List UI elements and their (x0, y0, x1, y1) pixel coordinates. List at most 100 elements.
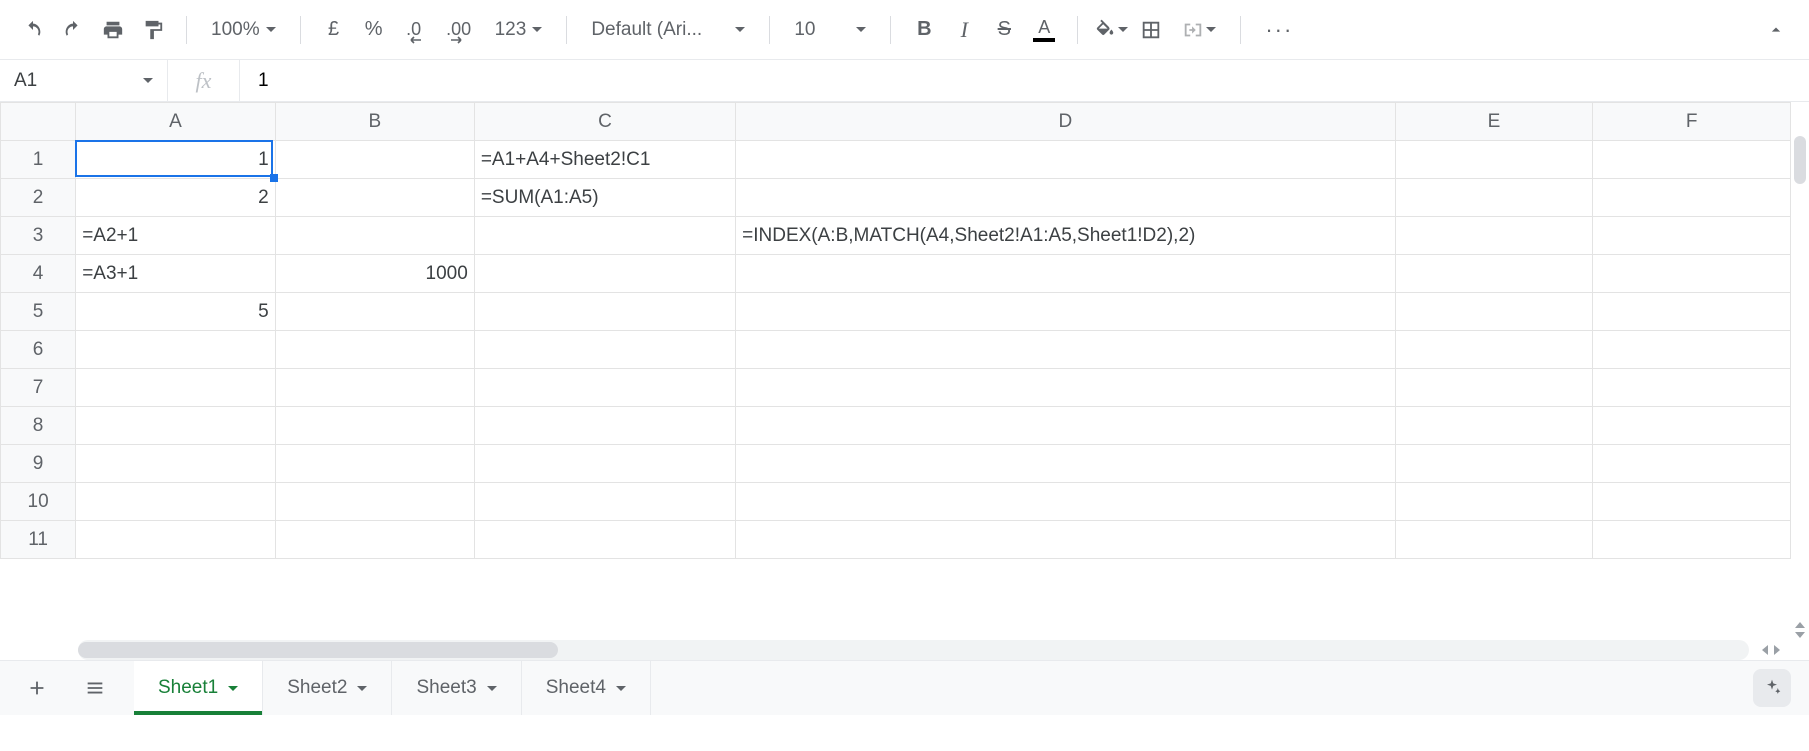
scroll-down-icon[interactable] (1795, 632, 1805, 638)
cell-D8[interactable] (736, 407, 1395, 445)
cell-E8[interactable] (1395, 407, 1593, 445)
cell-C2[interactable]: =SUM(A1:A5) (474, 179, 735, 217)
borders-button[interactable] (1134, 13, 1168, 47)
chevron-down-icon[interactable] (487, 686, 497, 691)
cell-C1[interactable]: =A1+A4+Sheet2!C1 (474, 141, 735, 179)
text-color-button[interactable]: A (1027, 13, 1061, 47)
cell-B3[interactable] (275, 217, 474, 255)
select-all-corner[interactable] (1, 103, 76, 141)
column-header-A[interactable]: A (76, 103, 276, 141)
cell-C3[interactable] (474, 217, 735, 255)
horizontal-scrollbar[interactable] (78, 640, 1749, 660)
print-button[interactable] (96, 13, 130, 47)
redo-button[interactable] (56, 13, 90, 47)
cell-F11[interactable] (1593, 521, 1791, 559)
cell-C9[interactable] (474, 445, 735, 483)
scroll-up-icon[interactable] (1795, 622, 1805, 628)
cell-B1[interactable] (275, 141, 474, 179)
cell-D4[interactable] (736, 255, 1395, 293)
sheet-tab-sheet2[interactable]: Sheet2 (263, 661, 392, 715)
explore-button[interactable] (1753, 669, 1791, 707)
column-header-F[interactable]: F (1593, 103, 1791, 141)
cell-B9[interactable] (275, 445, 474, 483)
cell-B7[interactable] (275, 369, 474, 407)
cell-A3[interactable]: =A2+1 (76, 217, 276, 255)
cell-A11[interactable] (76, 521, 276, 559)
decrease-decimal-button[interactable]: .0 (397, 13, 431, 47)
vertical-scroll-nav[interactable] (1791, 600, 1809, 638)
italic-button[interactable]: I (947, 13, 981, 47)
cell-E3[interactable] (1395, 217, 1593, 255)
cell-F3[interactable] (1593, 217, 1791, 255)
cell-C7[interactable] (474, 369, 735, 407)
row-header-10[interactable]: 10 (1, 483, 76, 521)
cell-E5[interactable] (1395, 293, 1593, 331)
cell-A9[interactable] (76, 445, 276, 483)
cell-B10[interactable] (275, 483, 474, 521)
strikethrough-button[interactable]: S (987, 13, 1021, 47)
row-header-7[interactable]: 7 (1, 369, 76, 407)
spreadsheet-grid[interactable]: ABCDEF11=A1+A4+Sheet2!C122=SUM(A1:A5)3=A… (0, 102, 1791, 559)
cell-D6[interactable] (736, 331, 1395, 369)
cell-D11[interactable] (736, 521, 1395, 559)
cell-C8[interactable] (474, 407, 735, 445)
cell-A10[interactable] (76, 483, 276, 521)
row-header-3[interactable]: 3 (1, 217, 76, 255)
all-sheets-button[interactable] (76, 669, 114, 707)
cell-E1[interactable] (1395, 141, 1593, 179)
row-header-9[interactable]: 9 (1, 445, 76, 483)
chevron-down-icon[interactable] (357, 686, 367, 691)
cell-A5[interactable]: 5 (76, 293, 276, 331)
scroll-left-icon[interactable] (1762, 645, 1768, 655)
cell-A8[interactable] (76, 407, 276, 445)
merge-cells-button[interactable] (1174, 13, 1224, 47)
cell-D5[interactable] (736, 293, 1395, 331)
cell-F7[interactable] (1593, 369, 1791, 407)
cell-A7[interactable] (76, 369, 276, 407)
cell-D10[interactable] (736, 483, 1395, 521)
cell-C10[interactable] (474, 483, 735, 521)
fx-icon[interactable]: fx (168, 60, 240, 101)
font-dropdown[interactable]: Default (Ari... (583, 13, 753, 47)
percent-button[interactable]: % (357, 13, 391, 47)
increase-decimal-button[interactable]: .00 (437, 13, 481, 47)
cell-E6[interactable] (1395, 331, 1593, 369)
currency-button[interactable]: £ (317, 13, 351, 47)
row-header-8[interactable]: 8 (1, 407, 76, 445)
cell-F1[interactable] (1593, 141, 1791, 179)
sheet-tab-sheet1[interactable]: Sheet1 (134, 661, 263, 715)
row-header-5[interactable]: 5 (1, 293, 76, 331)
vertical-scrollbar[interactable] (1791, 102, 1809, 638)
cell-B8[interactable] (275, 407, 474, 445)
horizontal-scroll-thumb[interactable] (78, 642, 558, 658)
cell-A1[interactable]: 1 (76, 141, 276, 179)
name-box[interactable]: A1 (0, 60, 168, 101)
cell-F6[interactable] (1593, 331, 1791, 369)
cell-E2[interactable] (1395, 179, 1593, 217)
cell-D2[interactable] (736, 179, 1395, 217)
column-header-D[interactable]: D (736, 103, 1395, 141)
row-header-11[interactable]: 11 (1, 521, 76, 559)
cell-C4[interactable] (474, 255, 735, 293)
grid-scroll[interactable]: ABCDEF11=A1+A4+Sheet2!C122=SUM(A1:A5)3=A… (0, 102, 1791, 638)
cell-E7[interactable] (1395, 369, 1593, 407)
cell-D7[interactable] (736, 369, 1395, 407)
column-header-C[interactable]: C (474, 103, 735, 141)
cell-E11[interactable] (1395, 521, 1593, 559)
chevron-down-icon[interactable] (616, 686, 626, 691)
row-header-2[interactable]: 2 (1, 179, 76, 217)
add-sheet-button[interactable] (18, 669, 56, 707)
vertical-scroll-thumb[interactable] (1794, 136, 1806, 184)
cell-E9[interactable] (1395, 445, 1593, 483)
cell-B11[interactable] (275, 521, 474, 559)
cell-F5[interactable] (1593, 293, 1791, 331)
row-header-1[interactable]: 1 (1, 141, 76, 179)
cell-C6[interactable] (474, 331, 735, 369)
cell-D1[interactable] (736, 141, 1395, 179)
cell-C5[interactable] (474, 293, 735, 331)
horizontal-scroll-nav[interactable] (1751, 640, 1791, 660)
zoom-dropdown[interactable]: 100% (203, 13, 284, 47)
cell-F9[interactable] (1593, 445, 1791, 483)
collapse-toolbar-button[interactable] (1759, 13, 1793, 47)
undo-button[interactable] (16, 13, 50, 47)
